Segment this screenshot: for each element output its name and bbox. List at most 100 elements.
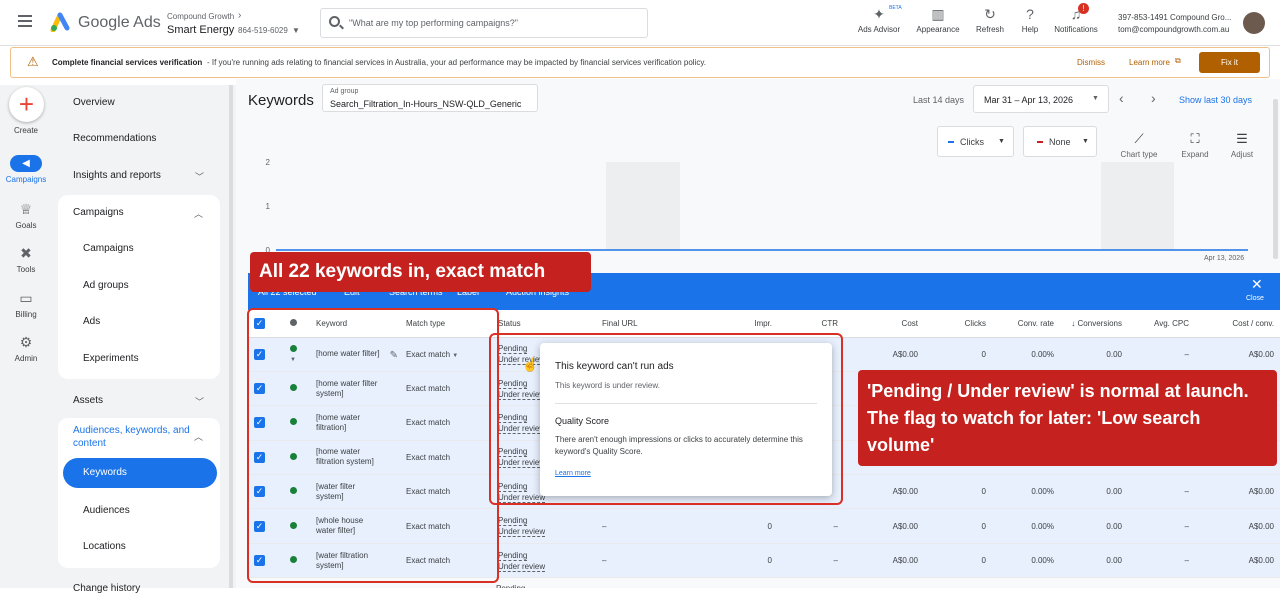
search-box[interactable]: "What are my top performing campaigns?" xyxy=(320,8,648,38)
series-color-icon xyxy=(948,141,954,143)
row-cost-conv: A$0.00 xyxy=(1195,474,1280,510)
nav-keywords-active[interactable]: Keywords xyxy=(63,458,217,488)
rail-goals[interactable]: ♕ Goals xyxy=(0,201,52,230)
rail-create-label: Create xyxy=(13,126,38,135)
chevron-right-icon: › xyxy=(238,10,242,21)
chevron-down-icon[interactable]: ▼ xyxy=(292,26,300,35)
dismiss-button[interactable]: Dismiss xyxy=(1077,58,1105,67)
nav-insights[interactable]: Insights and reports xyxy=(73,170,161,181)
row-cost-conv: A$0.00 xyxy=(1195,337,1280,372)
nav-audiences[interactable]: Audiences xyxy=(83,505,130,516)
learn-more-link[interactable]: Learn more xyxy=(1129,58,1170,67)
annotation-box-keywords xyxy=(247,308,499,583)
col-cost-conv[interactable]: Cost / conv. xyxy=(1195,310,1280,338)
row-conv-rate: 0.00% xyxy=(992,474,1060,510)
fix-it-button[interactable]: Fix it xyxy=(1199,52,1260,73)
date-range-selector[interactable]: Mar 31 – Apr 13, 2026 ▼ xyxy=(973,85,1109,113)
trophy-icon: ♕ xyxy=(19,201,33,217)
nav-ads[interactable]: Ads xyxy=(83,316,100,327)
chevron-down-icon[interactable]: ﹀ xyxy=(195,395,204,408)
nav-locations[interactable]: Locations xyxy=(83,541,126,552)
warning-icon: ⚠ xyxy=(27,54,39,69)
rail-admin[interactable]: ⚙ Admin xyxy=(0,334,52,363)
row-avg-cpc: – xyxy=(1128,474,1195,510)
row-impr: 0 xyxy=(710,543,778,579)
chevron-down-icon[interactable]: ﹀ xyxy=(195,170,204,183)
appearance-button[interactable]: ▥ Appearance xyxy=(913,6,963,34)
rail-campaigns[interactable]: ◀ Campaigns xyxy=(0,155,52,184)
next-period-icon[interactable]: › xyxy=(1151,90,1156,106)
row-cost-conv: A$0.00 xyxy=(1195,543,1280,579)
nav-recommendations[interactable]: Recommendations xyxy=(73,133,156,144)
row-cost: A$0.00 xyxy=(844,508,924,544)
nav-campaigns-group[interactable]: Campaigns xyxy=(73,207,124,218)
row-status[interactable]: Pending Under review xyxy=(492,543,596,579)
google-ads-logo-icon[interactable] xyxy=(50,12,72,33)
row-final-url: – xyxy=(596,543,710,579)
ad-group-selector[interactable]: Ad group Search_Filtration_In-Hours_NSW-… xyxy=(322,84,538,112)
row-conversions: 0.00 xyxy=(1060,508,1128,544)
show-last-30-link[interactable]: Show last 30 days xyxy=(1179,95,1252,105)
date-prefix: Last 14 days xyxy=(913,95,965,105)
col-clicks[interactable]: Clicks xyxy=(924,310,992,338)
row-ctr: – xyxy=(778,508,844,544)
nav-change-history[interactable]: Change history xyxy=(73,583,140,594)
sidebar-scrollbar[interactable] xyxy=(229,85,233,588)
main-scrollbar[interactable] xyxy=(1273,99,1278,259)
gear-icon: ⚙ xyxy=(19,334,33,350)
series-color-icon xyxy=(1037,141,1043,143)
line-chart-icon: ⟋ xyxy=(1134,131,1144,146)
audiences-nav-card: Audiences, keywords, and content ︿ Keywo… xyxy=(58,418,220,568)
row-conversions: 0.00 xyxy=(1060,474,1128,510)
close-label[interactable]: Close xyxy=(1246,295,1264,302)
row-conversions: 0.00 xyxy=(1060,337,1128,372)
row-conv-rate: 0.00% xyxy=(992,543,1060,579)
chevron-up-icon[interactable]: ︿ xyxy=(194,430,203,443)
refresh-icon: ↻ xyxy=(984,6,996,22)
y-tick-label: 1 xyxy=(266,202,271,211)
col-conversions[interactable]: ↓ Conversions xyxy=(1060,310,1128,338)
avatar[interactable] xyxy=(1243,12,1265,34)
sparkle-icon: ✦ xyxy=(873,6,885,22)
dropdown-arrow-icon: ▼ xyxy=(998,138,1005,145)
create-button[interactable]: + xyxy=(9,87,44,122)
row-clicks: 0 xyxy=(924,543,992,579)
row-conv-rate: 0.00% xyxy=(992,508,1060,544)
notifications-button[interactable]: ♫ Notifications xyxy=(1051,6,1101,34)
nav-assets[interactable]: Assets xyxy=(73,395,103,406)
tune-icon: ☰ xyxy=(1236,131,1248,146)
nav-audiences-keywords[interactable]: Audiences, keywords, and content xyxy=(73,424,193,450)
row-cost: A$0.00 xyxy=(844,474,924,510)
partial-row-status: Pending xyxy=(496,584,525,588)
banner-text: - If you're running ads relating to fina… xyxy=(207,58,706,67)
rail-billing[interactable]: ▭ Billing xyxy=(0,290,52,319)
close-icon[interactable]: ✕ xyxy=(1251,276,1263,293)
row-impr: 0 xyxy=(710,508,778,544)
nav-campaigns[interactable]: Campaigns xyxy=(83,243,134,254)
chevron-up-icon[interactable]: ︿ xyxy=(194,207,203,220)
col-conv-rate[interactable]: Conv. rate xyxy=(992,310,1060,338)
user-email: tom@compoundgrowth.com.au xyxy=(1118,25,1230,34)
row-avg-cpc: – xyxy=(1128,508,1195,544)
row-final-url: – xyxy=(596,508,710,544)
dropdown-arrow-icon: ▼ xyxy=(1092,95,1099,102)
rail-tools[interactable]: ✖ Tools xyxy=(0,245,52,274)
row-status[interactable]: Pending Under review xyxy=(492,508,596,544)
campaigns-nav-card: Campaigns ︿ Campaigns Ad groups Ads Expe… xyxy=(58,195,220,379)
nav-ad-groups[interactable]: Ad groups xyxy=(83,280,129,291)
col-avg-cpc[interactable]: Avg. CPC xyxy=(1128,310,1195,338)
nav-overview[interactable]: Overview xyxy=(73,97,115,108)
help-button[interactable]: ? Help xyxy=(1005,6,1055,34)
prev-period-icon[interactable]: ‹ xyxy=(1119,90,1124,106)
account-parent[interactable]: Compound Growth xyxy=(167,12,234,21)
weekend-band xyxy=(1101,162,1174,250)
annotation-box-status xyxy=(489,333,843,505)
user-phone-account: 397-853-1491 Compound Gro... xyxy=(1118,13,1232,22)
menu-icon[interactable] xyxy=(18,15,32,27)
account-name[interactable]: Smart Energy xyxy=(167,24,234,36)
col-cost[interactable]: Cost xyxy=(844,310,924,338)
nav-experiments[interactable]: Experiments xyxy=(83,353,139,364)
row-avg-cpc: – xyxy=(1128,543,1195,579)
sidebar: + Create ◀ Campaigns ♕ Goals ✖ Tools ▭ Billi… xyxy=(0,85,236,594)
top-bar: Google Ads Compound Growth › Smart Energ… xyxy=(0,0,1280,46)
